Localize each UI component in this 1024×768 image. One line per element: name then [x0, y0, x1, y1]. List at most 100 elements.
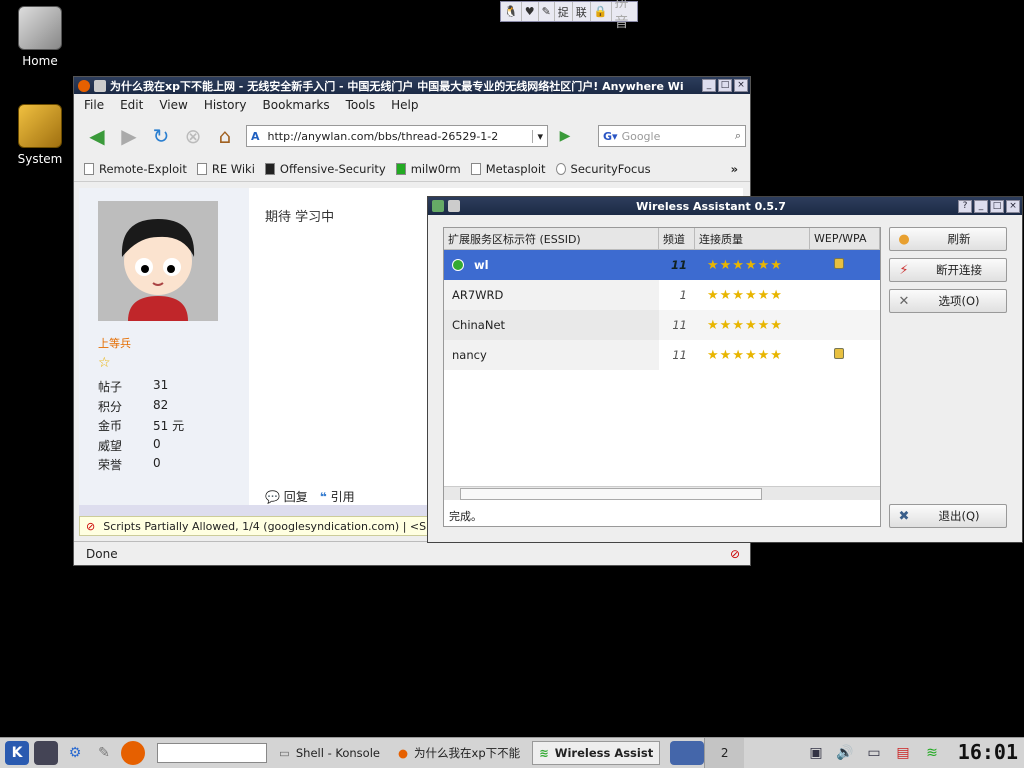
bookmark-item[interactable]: RE Wiki: [196, 162, 255, 176]
wireless-assistant-window[interactable]: Wireless Assistant 0.5.7 ? _ □ × 扩展服务区标示…: [427, 196, 1023, 543]
menu-tools[interactable]: Tools: [346, 98, 376, 112]
ime-item[interactable]: 捉: [555, 2, 573, 21]
systray-clipboard-icon[interactable]: ▣: [804, 741, 828, 765]
page-icon: [470, 162, 481, 175]
task-konsole[interactable]: ▭ Shell - Konsole: [273, 741, 386, 765]
maximize-button[interactable]: □: [990, 199, 1004, 213]
systray-display-icon[interactable]: ▭: [862, 741, 886, 765]
firefox-titlebar[interactable]: 为什么我在xp下不能上网 - 无线安全新手入门 - 中国无线门户 中国最大最专业…: [74, 77, 750, 94]
status-text: Done: [86, 546, 118, 561]
network-list[interactable]: 扩展服务区标示符 (ESSID) 频道 连接质量 WEP/WPA wl 11 ★…: [443, 227, 881, 527]
options-button[interactable]: ✕ 选项(O): [889, 289, 1007, 313]
ime-item[interactable]: 联: [573, 2, 591, 21]
bookmark-item[interactable]: SecurityFocus: [555, 162, 651, 176]
wireless-titlebar[interactable]: Wireless Assistant 0.5.7 ? _ □ ×: [428, 197, 1022, 215]
firefox-icon[interactable]: [121, 741, 145, 765]
connected-icon: [452, 259, 464, 271]
network-row[interactable]: ChinaNet 11 ★★★★★★: [444, 310, 880, 340]
systray-wifi-icon[interactable]: ≋: [920, 741, 944, 765]
menu-view[interactable]: View: [159, 98, 187, 112]
window-menu-icon[interactable]: [94, 79, 106, 92]
systray-keyboard-flag-icon[interactable]: ▤: [891, 741, 915, 765]
tools-icon[interactable]: ✎: [92, 741, 116, 765]
bookmark-item[interactable]: Metasploit: [470, 162, 546, 176]
lock-icon: [834, 258, 844, 269]
stat-row: 荣誉 0: [98, 456, 161, 472]
task-wireless-assistant[interactable]: ≋ Wireless Assist: [532, 741, 661, 765]
user-profile-sidebar: 上等兵 ☆ 帖子 31 积分 82 金币 51 元 威望 0 荣誉 0: [79, 188, 249, 516]
minimize-button[interactable]: _: [702, 79, 716, 92]
close-button[interactable]: ×: [734, 79, 748, 92]
maximize-button[interactable]: □: [718, 79, 732, 92]
network-row[interactable]: nancy 11 ★★★★★★: [444, 340, 880, 370]
desktop-icon-home[interactable]: Home: [0, 6, 80, 68]
reply-link[interactable]: 💬 回复: [265, 488, 308, 505]
ime-item[interactable]: ♥: [522, 2, 539, 21]
user-rank: 上等兵: [98, 337, 131, 350]
go-arrow-icon[interactable]: ▶: [552, 123, 578, 149]
systray-volume-icon[interactable]: 🔊: [833, 741, 857, 765]
column-quality[interactable]: 连接质量: [695, 228, 810, 249]
search-magnifier-icon[interactable]: ⌕: [731, 129, 745, 143]
desktop-1-thumbnail[interactable]: [670, 741, 705, 765]
help-button[interactable]: ?: [958, 199, 972, 213]
network-row[interactable]: AR7WRD 1 ★★★★★★: [444, 280, 880, 310]
url-dropdown-icon[interactable]: ▾: [532, 129, 547, 143]
refresh-button[interactable]: ● 刷新: [889, 227, 1007, 251]
ime-lock-icon[interactable]: 🔒: [591, 2, 612, 21]
close-button[interactable]: ×: [1006, 199, 1020, 213]
firefox-icon: [78, 79, 90, 92]
home-icon[interactable]: ⌂: [212, 123, 238, 149]
noscript-icon[interactable]: ⊘: [86, 520, 95, 533]
input-method-bar[interactable]: 🐧 ♥ ✎ 捉 联 🔒 拼音: [500, 0, 638, 31]
ime-mode-label[interactable]: 拼音: [612, 0, 638, 31]
bookmark-item[interactable]: milw0rm: [395, 162, 461, 176]
network-row[interactable]: wl 11 ★★★★★★: [444, 250, 880, 280]
column-channel[interactable]: 频道: [659, 228, 695, 249]
window-menu-icon[interactable]: [448, 200, 460, 212]
stop-icon[interactable]: ⊗: [180, 123, 206, 149]
disconnect-button[interactable]: ⚡ 断开连接: [889, 258, 1007, 282]
column-encryption[interactable]: WEP/WPA: [810, 228, 880, 249]
search-box[interactable]: G▾ Google ⌕: [598, 125, 746, 147]
disconnect-icon: ⚡: [899, 262, 909, 278]
konqueror-icon[interactable]: ⚙: [63, 741, 87, 765]
back-arrow-icon[interactable]: ◀: [84, 123, 110, 149]
google-engine-icon[interactable]: G▾: [599, 130, 622, 143]
bookmark-item[interactable]: Remote-Exploit: [84, 162, 187, 176]
terminal-icon[interactable]: [34, 741, 58, 765]
quote-link[interactable]: ❝ 引用: [320, 488, 355, 505]
desktop-icon-system[interactable]: System: [0, 104, 80, 166]
pager-desktop-2[interactable]: 2: [704, 738, 745, 768]
quote-icon: ❝: [319, 490, 327, 504]
bookmark-item[interactable]: Offensive-Security: [264, 162, 386, 176]
ime-item[interactable]: ✎: [539, 2, 555, 21]
task-firefox[interactable]: ● 为什么我在xp下不能: [392, 741, 526, 765]
user-avatar[interactable]: [98, 201, 218, 321]
menu-edit[interactable]: Edit: [120, 98, 143, 112]
ime-penguin-icon[interactable]: 🐧: [501, 2, 522, 21]
tower-icon: [264, 162, 275, 175]
network-list-horizontal-scrollbar[interactable]: [444, 486, 880, 500]
quit-button[interactable]: ✖ 退出(Q): [889, 504, 1007, 528]
bookmarks-overflow-chevron-icon[interactable]: »: [731, 162, 738, 176]
reload-icon[interactable]: ↻: [148, 123, 174, 149]
forward-arrow-icon[interactable]: ▶: [116, 123, 142, 149]
menu-history[interactable]: History: [204, 98, 247, 112]
kde-menu-icon[interactable]: K: [5, 741, 29, 765]
noscript-status-icon[interactable]: ⊘: [730, 547, 740, 561]
url-bar[interactable]: A http://anywlan.com/bbs/thread-26529-1-…: [246, 125, 548, 147]
menu-file[interactable]: File: [84, 98, 104, 112]
lock-icon: [834, 348, 844, 359]
user-stats: 帖子 31 积分 82 金币 51 元 威望 0 荣誉 0: [98, 378, 184, 476]
minimize-button[interactable]: _: [974, 199, 988, 213]
scrollbar-thumb[interactable]: [460, 488, 762, 500]
clock[interactable]: 16:01: [958, 740, 1018, 764]
taskbar-combo-input[interactable]: [157, 743, 267, 763]
search-placeholder[interactable]: Google: [622, 130, 731, 143]
menu-help[interactable]: Help: [391, 98, 418, 112]
menu-bookmarks[interactable]: Bookmarks: [263, 98, 330, 112]
column-essid[interactable]: 扩展服务区标示符 (ESSID): [444, 228, 659, 249]
securityfocus-icon: [555, 162, 566, 175]
url-text[interactable]: http://anywlan.com/bbs/thread-26529-1-2: [268, 130, 533, 143]
